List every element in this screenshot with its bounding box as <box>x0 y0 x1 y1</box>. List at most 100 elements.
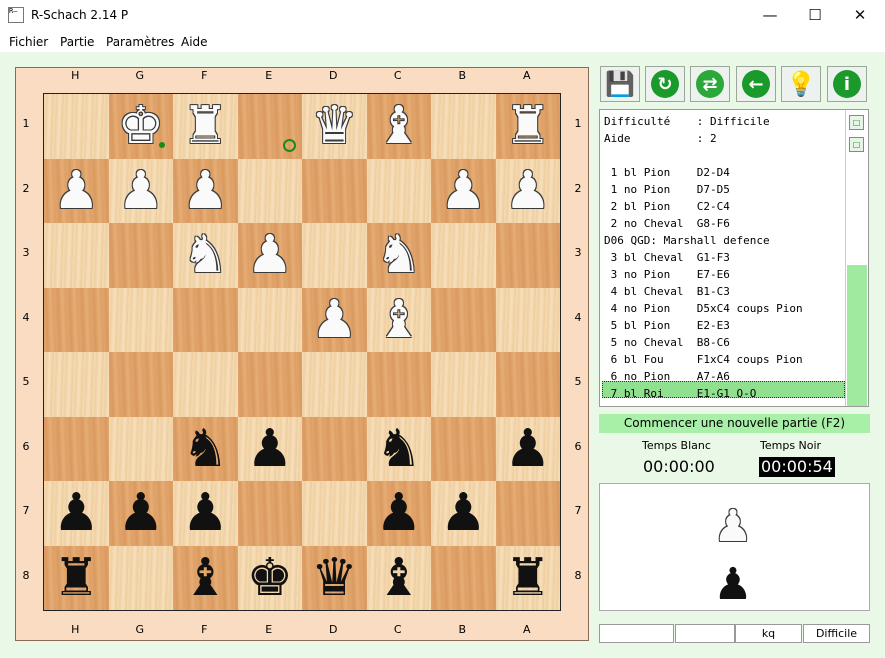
black-knight-icon[interactable]: ♞ <box>173 417 238 482</box>
move-list[interactable]: Difficulté : Difficile Aide : 2 1 bl Pion… <box>599 109 869 407</box>
square-b6[interactable] <box>431 416 496 481</box>
square-f2[interactable]: ♟ <box>173 158 238 224</box>
white-knight-icon[interactable]: ♞ <box>173 223 238 288</box>
square-h5[interactable] <box>44 352 109 417</box>
square-a7[interactable] <box>495 481 560 546</box>
move-entry[interactable]: 1 bl Pion D2-D4 <box>604 164 730 181</box>
square-c2[interactable] <box>366 158 431 223</box>
square-e3[interactable]: ♟ <box>237 223 303 288</box>
white-pawn-icon[interactable]: ♟ <box>44 159 109 224</box>
white-pawn-icon[interactable]: ♟ <box>496 159 561 224</box>
square-e7[interactable] <box>237 481 302 546</box>
scroll-up-button[interactable]: □ <box>849 115 864 130</box>
square-a8[interactable]: ♜ <box>495 545 561 611</box>
square-e8[interactable]: ♚ <box>237 545 303 611</box>
square-e4[interactable] <box>237 287 302 352</box>
black-rook-icon[interactable]: ♜ <box>496 546 561 611</box>
menu-parametres[interactable]: Paramètres <box>106 35 174 49</box>
black-bishop-icon[interactable]: ♝ <box>367 546 432 611</box>
square-h8[interactable]: ♜ <box>44 545 109 611</box>
square-c5[interactable] <box>366 352 431 417</box>
square-f7[interactable]: ♟ <box>173 481 238 546</box>
black-pawn-icon[interactable]: ♟ <box>173 481 238 546</box>
black-rook-icon[interactable]: ♜ <box>44 546 109 611</box>
white-pawn-icon[interactable]: ♟ <box>173 159 238 224</box>
square-a1[interactable]: ♜ <box>495 94 561 159</box>
square-g3[interactable] <box>108 223 173 288</box>
square-a4[interactable] <box>495 287 560 352</box>
scroll-thumb[interactable] <box>847 265 867 406</box>
white-pawn-icon[interactable]: ♟ <box>109 159 174 224</box>
square-f4[interactable] <box>173 287 238 352</box>
square-b3[interactable] <box>431 223 496 288</box>
white-queen-icon[interactable]: ♛ <box>302 94 367 159</box>
square-g6[interactable] <box>108 416 173 481</box>
black-queen-icon[interactable]: ♛ <box>302 546 367 611</box>
black-knight-icon[interactable]: ♞ <box>367 417 432 482</box>
menu-fichier[interactable]: Fichier <box>9 35 48 49</box>
square-f1[interactable]: ♜ <box>173 94 238 159</box>
move-entry[interactable]: 6 bl Fou F1xC4 coups Pion <box>604 351 803 368</box>
black-pawn-icon[interactable]: ♟ <box>431 481 496 546</box>
move-entry[interactable]: 2 bl Pion C2-C4 <box>604 198 730 215</box>
move-entry[interactable]: 3 no Pion E7-E6 <box>604 266 730 283</box>
square-b7[interactable]: ♟ <box>431 481 496 546</box>
move-entry[interactable]: 5 no Cheval B8-C6 <box>604 334 730 351</box>
square-d4[interactable]: ♟ <box>302 287 367 352</box>
menu-aide[interactable]: Aide <box>181 35 208 49</box>
black-pawn-icon[interactable]: ♟ <box>109 481 174 546</box>
move-entry[interactable]: 4 no Pion D5xC4 coups Pion <box>604 300 803 317</box>
move-entry[interactable]: 6 no Pion A7-A6 <box>604 368 730 385</box>
square-h3[interactable] <box>44 223 109 288</box>
white-king-icon[interactable]: ♚ <box>109 94 174 159</box>
square-b8[interactable] <box>431 545 496 610</box>
square-c1[interactable]: ♝ <box>366 94 431 159</box>
menu-partie[interactable]: Partie <box>60 35 94 49</box>
white-rook-icon[interactable]: ♜ <box>496 94 561 159</box>
square-c7[interactable]: ♟ <box>366 481 431 546</box>
black-bishop-icon[interactable]: ♝ <box>173 546 238 611</box>
move-list-scrollbar[interactable]: □ □ <box>845 110 868 406</box>
new-game-bar[interactable]: Commencer une nouvelle partie (F2) <box>599 414 870 433</box>
square-d8[interactable]: ♛ <box>302 545 367 611</box>
move-entry[interactable]: 1 no Pion D7-D5 <box>604 181 730 198</box>
swap-sides-button[interactable]: ⇄ <box>690 66 730 102</box>
square-c6[interactable]: ♞ <box>366 416 432 482</box>
square-h7[interactable]: ♟ <box>44 481 109 546</box>
square-d7[interactable] <box>302 481 367 546</box>
square-g2[interactable]: ♟ <box>108 158 174 224</box>
square-b1[interactable] <box>431 94 496 159</box>
square-a5[interactable] <box>495 352 560 417</box>
black-king-icon[interactable]: ♚ <box>238 546 303 611</box>
square-f5[interactable] <box>173 352 238 417</box>
move-entry[interactable]: 2 no Cheval G8-F6 <box>604 215 730 232</box>
white-pawn-icon[interactable]: ♟ <box>431 159 496 224</box>
square-d6[interactable] <box>302 416 367 481</box>
white-pawn-icon[interactable]: ♟ <box>238 223 303 288</box>
close-button[interactable]: ✕ <box>837 0 883 31</box>
square-g1[interactable]: ♚ <box>108 94 174 159</box>
square-a3[interactable] <box>495 223 560 288</box>
square-h2[interactable]: ♟ <box>44 158 109 224</box>
move-entry[interactable]: 5 bl Pion E2-E3 <box>604 317 730 334</box>
square-d5[interactable] <box>302 352 367 417</box>
square-g4[interactable] <box>108 287 173 352</box>
square-g5[interactable] <box>108 352 173 417</box>
white-bishop-icon[interactable]: ♝ <box>367 288 432 353</box>
minimize-button[interactable]: — <box>747 0 793 31</box>
square-f6[interactable]: ♞ <box>173 416 238 482</box>
square-b2[interactable]: ♟ <box>431 158 496 224</box>
hint-button[interactable]: 💡 <box>781 66 821 102</box>
square-b4[interactable] <box>431 287 496 352</box>
square-g7[interactable]: ♟ <box>108 481 174 546</box>
move-entry[interactable]: D06 QGD: Marshall defence <box>604 232 770 249</box>
scroll-down-button[interactable]: □ <box>849 137 864 152</box>
square-g8[interactable] <box>108 545 173 610</box>
move-entry[interactable]: 3 bl Cheval G1-F3 <box>604 249 730 266</box>
info-button[interactable]: i <box>827 66 867 102</box>
square-a6[interactable]: ♟ <box>495 416 560 481</box>
move-entry[interactable]: 7 bl Roi E1-G1 O-O <box>604 385 757 402</box>
square-h6[interactable] <box>44 416 109 481</box>
move-entry[interactable]: 4 bl Cheval B1-C3 <box>604 283 730 300</box>
black-pawn-icon[interactable]: ♟ <box>44 481 109 546</box>
